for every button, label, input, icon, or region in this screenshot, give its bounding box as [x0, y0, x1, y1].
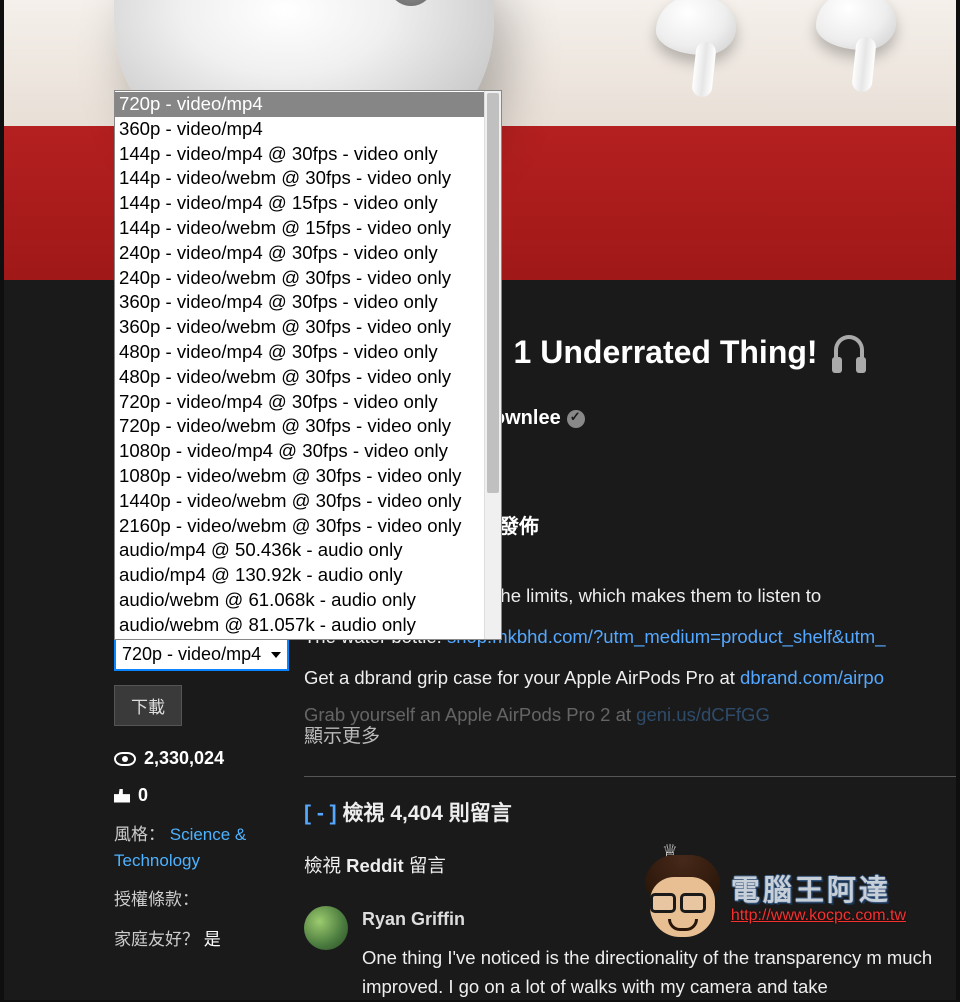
format-option[interactable]: 360p - video/mp4	[115, 117, 484, 142]
thumb-up-icon	[114, 789, 130, 803]
airpod-graphic	[816, 0, 896, 50]
comment-author[interactable]: Ryan Griffin	[362, 903, 956, 935]
airpod-graphic	[656, 0, 736, 55]
description-link[interactable]: shop.mkbhd.com/?utm_medium=product_shelf…	[447, 626, 886, 647]
comments-collapse-toggle[interactable]: [ - ]	[304, 802, 337, 825]
format-option[interactable]: 240p - video/webm @ 30fps - video only	[115, 266, 484, 291]
format-option[interactable]: 720p - video/mp4	[115, 92, 484, 117]
download-button[interactable]: 下載	[114, 685, 182, 726]
format-option[interactable]: 480p - video/webm @ 30fps - video only	[115, 365, 484, 390]
format-option[interactable]: audio/mp4 @ 130.92k - audio only	[115, 563, 484, 588]
comment-body: One thing I've noticed is the directiona…	[362, 943, 956, 1002]
format-option[interactable]: 720p - video/mp4 @ 30fps - video only	[115, 390, 484, 415]
scrollbar-thumb[interactable]	[487, 93, 499, 493]
scrollbar[interactable]	[484, 91, 501, 639]
format-option[interactable]: 144p - video/webm @ 15fps - video only	[115, 216, 484, 241]
comment-item: Ryan Griffin One thing I've noticed is t…	[304, 903, 956, 1002]
format-select[interactable]: 720p - video/mp4	[114, 638, 289, 671]
comments-header: [ - ] 檢視 4,404 則留言	[304, 795, 956, 832]
format-option[interactable]: 480p - video/mp4 @ 30fps - video only	[115, 340, 484, 365]
like-count: 0	[114, 785, 289, 806]
format-select-value: 720p - video/mp4	[122, 644, 261, 665]
headphone-icon	[834, 335, 864, 365]
format-option[interactable]: 144p - video/mp4 @ 30fps - video only	[115, 142, 484, 167]
description-link[interactable]: geni.us/dCFfGG	[636, 704, 770, 725]
license-row: 授權條款：	[114, 887, 289, 913]
view-count: 2,330,024	[114, 748, 289, 769]
format-dropdown-list[interactable]: 720p - video/mp4360p - video/mp4144p - v…	[114, 90, 502, 640]
format-option[interactable]: 1440p - video/webm @ 30fps - video only	[115, 489, 484, 514]
reddit-comments-link[interactable]: 檢視 Reddit 留言	[304, 850, 956, 883]
format-option[interactable]: 360p - video/webm @ 30fps - video only	[115, 315, 484, 340]
format-option[interactable]: audio/webm @ 61.068k - audio only	[115, 588, 484, 613]
format-option[interactable]: audio/mp4 @ 50.436k - audio only	[115, 538, 484, 563]
divider	[304, 776, 956, 777]
genre-row: 風格： Science & Technology	[114, 822, 289, 873]
format-option[interactable]: audio/webm @ 81.057k - audio only	[115, 613, 484, 638]
format-option[interactable]: 2160p - video/webm @ 30fps - video only	[115, 514, 484, 539]
format-option[interactable]: 1080p - video/webm @ 30fps - video only	[115, 464, 484, 489]
format-option[interactable]: 144p - video/webm @ 30fps - video only	[115, 166, 484, 191]
chevron-down-icon	[271, 652, 281, 658]
avatar[interactable]	[304, 906, 348, 950]
format-option[interactable]: 1080p - video/mp4 @ 30fps - video only	[115, 439, 484, 464]
video-description: computational audio to the limits, which…	[304, 580, 956, 1002]
verified-badge-icon	[567, 410, 585, 428]
format-option[interactable]: 720p - video/webm @ 30fps - video only	[115, 414, 484, 439]
family-friendly-row: 家庭友好？ 是	[114, 927, 289, 953]
format-option[interactable]: 240p - video/mp4 @ 30fps - video only	[115, 241, 484, 266]
format-option[interactable]: 144p - video/mp4 @ 15fps - video only	[115, 191, 484, 216]
format-option[interactable]: 360p - video/mp4 @ 30fps - video only	[115, 290, 484, 315]
description-link[interactable]: dbrand.com/airpo	[740, 667, 884, 688]
eye-icon	[114, 752, 136, 766]
